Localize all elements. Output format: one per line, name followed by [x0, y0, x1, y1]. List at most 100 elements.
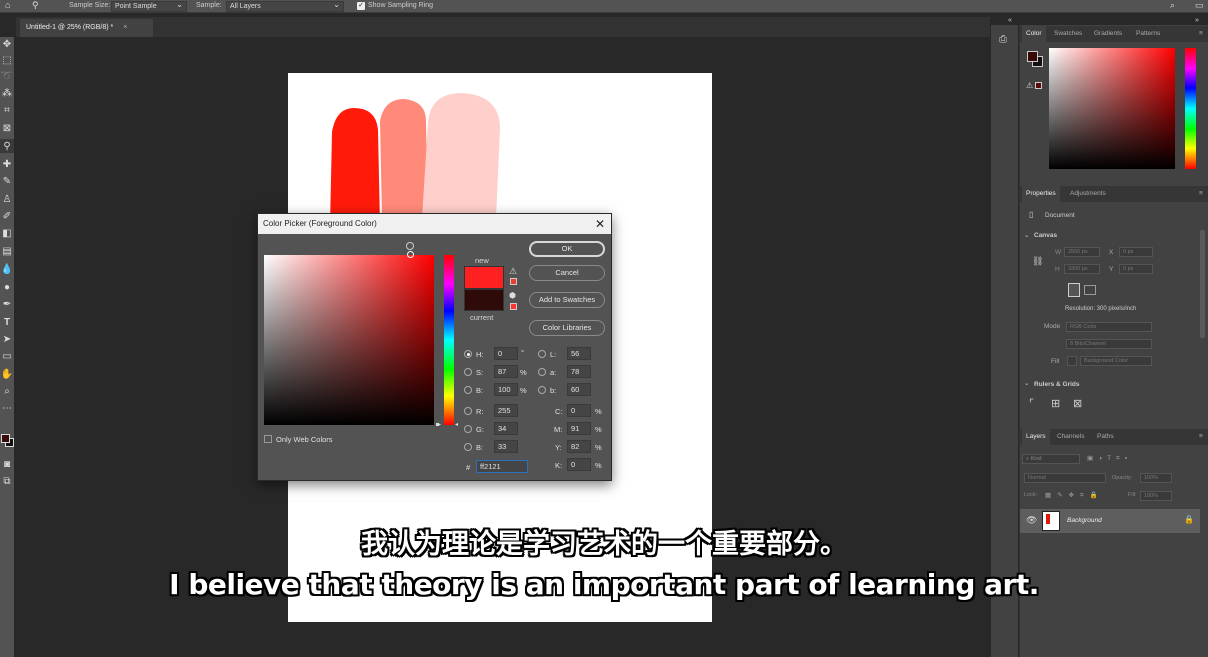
- bit-depth-select[interactable]: 8 Bits/Channel: [1066, 339, 1152, 349]
- landscape-orientation-icon[interactable]: [1084, 285, 1096, 295]
- lab-b-radio[interactable]: [538, 386, 546, 394]
- panel-fg-swatch[interactable]: [1027, 51, 1038, 62]
- lock-icons[interactable]: ▦✎✥⌗🔒: [1045, 491, 1104, 500]
- hex-input[interactable]: ff2121: [476, 460, 528, 473]
- b-radio[interactable]: [464, 386, 472, 394]
- fill-select[interactable]: Background Color: [1080, 356, 1152, 366]
- canvas-chevron-icon[interactable]: ⌄: [1024, 231, 1029, 239]
- sample-select[interactable]: All Layers: [226, 0, 344, 12]
- gradient-tool-icon[interactable]: ▤: [0, 244, 14, 258]
- r-radio[interactable]: [464, 407, 472, 415]
- lasso-tool-icon[interactable]: ➰: [0, 69, 14, 83]
- document-tab[interactable]: Untitled-1 @ 25% (RGB/8) * ×: [20, 19, 153, 37]
- collapse-dock-icon[interactable]: »: [1195, 17, 1199, 24]
- blend-mode-select[interactable]: Normal: [1024, 473, 1106, 483]
- more-tools-icon[interactable]: ⋯: [0, 401, 14, 415]
- ok-button[interactable]: OK: [529, 241, 605, 257]
- search-icon[interactable]: ⌕: [1170, 0, 1175, 11]
- panel-gamut-warning-icon[interactable]: ⚠: [1026, 81, 1033, 90]
- width-input[interactable]: 2550 px: [1064, 247, 1100, 257]
- close-icon[interactable]: ✕: [595, 214, 605, 234]
- panel-menu-icon[interactable]: ≡: [1199, 429, 1203, 445]
- healing-brush-icon[interactable]: ✚: [0, 157, 14, 171]
- saturation-brightness-field[interactable]: [264, 251, 434, 425]
- hue-slider[interactable]: [444, 255, 454, 425]
- a-radio[interactable]: [538, 368, 546, 376]
- blue-radio[interactable]: [464, 443, 472, 451]
- g-input[interactable]: 34: [494, 422, 518, 435]
- a-input[interactable]: 78: [567, 365, 591, 378]
- layer-filter-icons[interactable]: ▣◑T⌗▪: [1087, 454, 1132, 463]
- y-input[interactable]: 0 px: [1119, 264, 1153, 274]
- show-ring-checkbox[interactable]: ✓: [357, 2, 365, 10]
- dodge-tool-icon[interactable]: ●: [0, 280, 14, 294]
- height-input[interactable]: 3300 px: [1064, 264, 1100, 274]
- tab-channels[interactable]: Channels: [1057, 429, 1084, 445]
- color-libraries-button[interactable]: Color Libraries: [529, 320, 605, 336]
- hue-slider-arrow-right[interactable]: ◂: [455, 421, 458, 428]
- magic-wand-icon[interactable]: ⁂: [0, 86, 14, 100]
- color-panel-hue-slider[interactable]: [1185, 48, 1196, 169]
- layer-kind-filter[interactable]: ⌕ Kind: [1022, 454, 1080, 464]
- crop-tool-icon[interactable]: ⌗: [0, 103, 14, 117]
- history-brush-icon[interactable]: ✐: [0, 209, 14, 223]
- tab-color[interactable]: Color: [1022, 26, 1046, 42]
- fill-swatch[interactable]: [1067, 356, 1077, 366]
- tab-layers[interactable]: Layers: [1022, 429, 1050, 445]
- lab-b-input[interactable]: 60: [567, 383, 591, 396]
- current-color-swatch[interactable]: [464, 289, 504, 311]
- h-radio[interactable]: [464, 350, 472, 358]
- collapse-arrows-icon[interactable]: «: [1008, 17, 1012, 24]
- grid-icon[interactable]: ⊞: [1051, 397, 1060, 410]
- s-radio[interactable]: [464, 368, 472, 376]
- type-tool-icon[interactable]: T: [0, 315, 14, 329]
- s-input[interactable]: 87: [494, 365, 518, 378]
- g-radio[interactable]: [464, 425, 472, 433]
- web-safe-swatch[interactable]: [510, 303, 517, 310]
- eyedropper-tool-icon[interactable]: ⚲: [0, 139, 14, 153]
- quick-mask-icon[interactable]: ◙: [0, 457, 14, 471]
- gamut-swatch[interactable]: [510, 278, 517, 285]
- add-to-swatches-button[interactable]: Add to Swatches: [529, 292, 605, 308]
- l-radio[interactable]: [538, 350, 546, 358]
- rulers-chevron-icon[interactable]: ⌄: [1024, 379, 1029, 387]
- tab-patterns[interactable]: Patterns: [1136, 26, 1160, 42]
- panel-menu-icon[interactable]: ≡: [1199, 186, 1203, 202]
- eyedropper-icon[interactable]: ⚲: [32, 0, 39, 11]
- foreground-color-swatch[interactable]: [1, 434, 10, 443]
- hand-tool-icon[interactable]: ✋: [0, 367, 14, 381]
- frame-tool-icon[interactable]: ⊠: [0, 121, 14, 135]
- marquee-tool-icon[interactable]: ⬚: [0, 53, 14, 67]
- r-input[interactable]: 255: [494, 404, 518, 417]
- path-select-icon[interactable]: ➤: [0, 332, 14, 346]
- pen-tool-icon[interactable]: ✒: [0, 297, 14, 311]
- close-tab-icon[interactable]: ×: [123, 24, 127, 31]
- b-input[interactable]: 100: [494, 383, 518, 396]
- eraser-tool-icon[interactable]: ◧: [0, 226, 14, 240]
- tab-swatches[interactable]: Swatches: [1054, 26, 1082, 42]
- h-input[interactable]: 0: [494, 347, 518, 360]
- tab-properties[interactable]: Properties: [1022, 186, 1060, 202]
- properties-scrollbar[interactable]: [1200, 230, 1205, 338]
- panel-menu-icon[interactable]: ≡: [1199, 26, 1203, 42]
- cancel-button[interactable]: Cancel: [529, 265, 605, 281]
- portrait-orientation-icon[interactable]: [1068, 283, 1080, 297]
- screen-mode-icon[interactable]: ⧉: [0, 474, 14, 488]
- guides-icon[interactable]: ⊠: [1073, 397, 1082, 410]
- mode-select[interactable]: RGB Color: [1066, 322, 1152, 332]
- only-web-colors-checkbox[interactable]: [264, 435, 272, 443]
- rulers-icon[interactable]: ⌜: [1029, 397, 1034, 410]
- tab-adjustments[interactable]: Adjustments: [1070, 186, 1106, 202]
- l-input[interactable]: 56: [567, 347, 591, 360]
- y-input[interactable]: 82: [567, 440, 591, 453]
- field-cursor[interactable]: [407, 251, 414, 258]
- blur-tool-icon[interactable]: 💧: [0, 262, 14, 276]
- history-panel-icon[interactable]: ⎙: [999, 34, 1007, 45]
- color-panel-field[interactable]: [1049, 48, 1175, 169]
- x-input[interactable]: 0 px: [1119, 247, 1153, 257]
- m-input[interactable]: 91: [567, 422, 591, 435]
- move-tool-icon[interactable]: ✥: [0, 37, 14, 51]
- brush-tool-icon[interactable]: ✎: [0, 174, 14, 188]
- home-icon[interactable]: ⌂: [5, 0, 10, 10]
- link-icon[interactable]: ⛓: [1032, 256, 1043, 267]
